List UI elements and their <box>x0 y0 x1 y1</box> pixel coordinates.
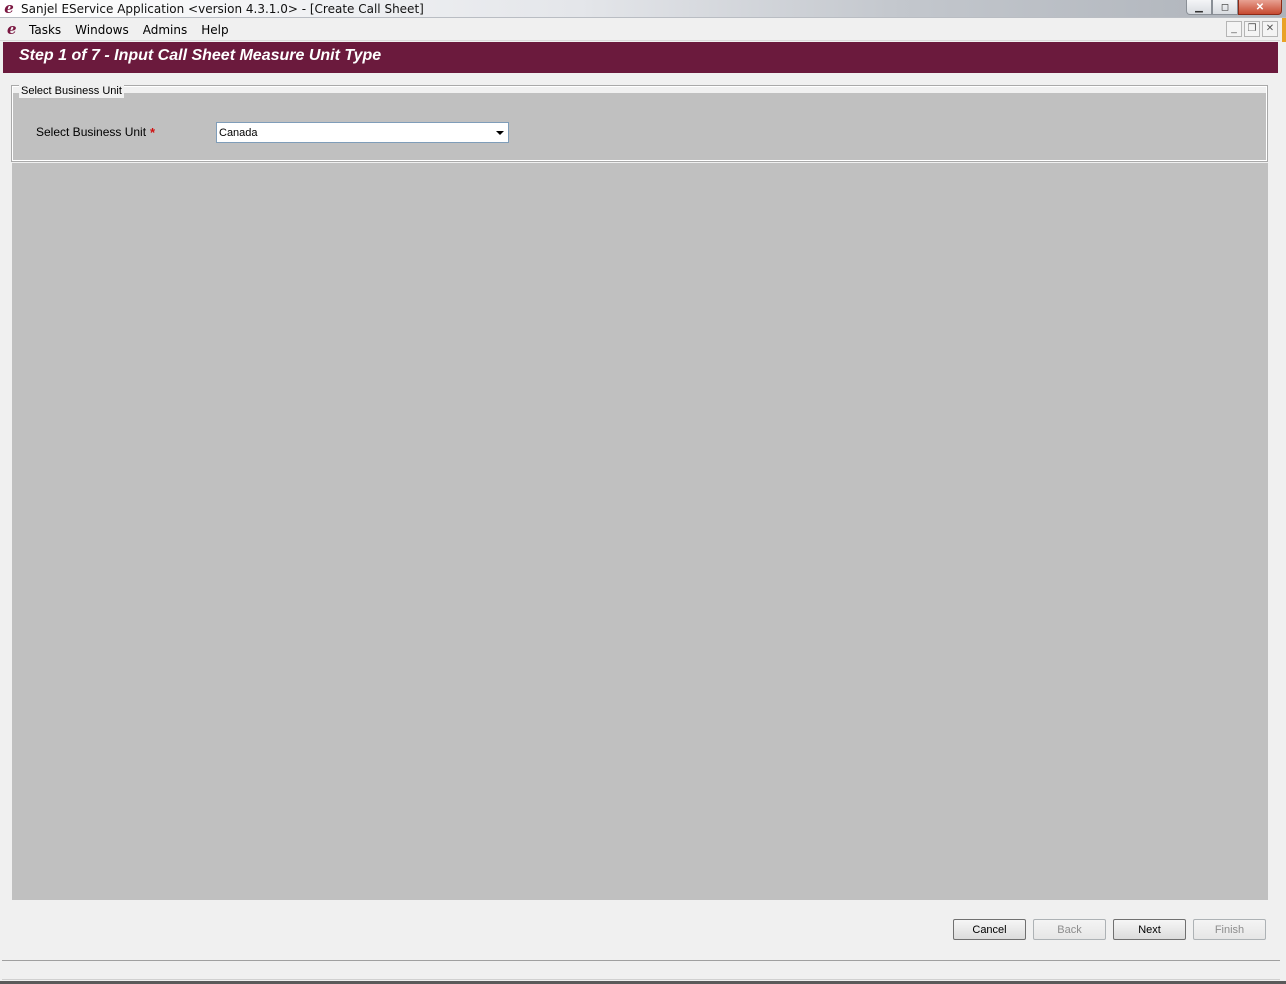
cancel-button[interactable]: Cancel <box>953 919 1026 940</box>
minimize-window-button[interactable]: ▁ <box>1186 0 1212 15</box>
window-edge-accent <box>1282 18 1286 42</box>
window-controls: ▁ ◻ ✕ <box>1186 0 1282 16</box>
child-close-button[interactable]: ✕ <box>1262 21 1278 37</box>
chevron-down-icon[interactable] <box>496 131 504 135</box>
wizard-content-area <box>12 163 1268 900</box>
child-minimize-button[interactable]: _ <box>1226 21 1242 37</box>
business-unit-label: Select Business Unit <box>36 125 147 139</box>
maximize-window-button[interactable]: ◻ <box>1212 0 1238 15</box>
business-unit-selected-value: Canada <box>219 127 258 139</box>
step-header: Step 1 of 7 - Input Call Sheet Measure U… <box>3 42 1278 73</box>
business-unit-groupbox: Select Business Unit Select Business Uni… <box>11 85 1268 162</box>
next-button[interactable]: Next <box>1113 919 1186 940</box>
status-bar <box>2 960 1280 980</box>
window-title: Sanjel EService Application <version 4.3… <box>21 2 424 16</box>
back-button[interactable]: Back <box>1033 919 1106 940</box>
window-title-bar: e Sanjel EService Application <version 4… <box>0 0 1286 18</box>
business-unit-dropdown[interactable]: Canada <box>216 122 509 143</box>
step-title: Step 1 of 7 - Input Call Sheet Measure U… <box>19 47 382 64</box>
groupbox-top-band <box>13 87 1266 93</box>
menu-items: Tasks Windows Admins Help <box>22 22 236 38</box>
groupbox-legend: Select Business Unit <box>19 85 124 98</box>
finish-button[interactable]: Finish <box>1193 919 1266 940</box>
required-indicator: * <box>150 125 156 140</box>
child-window-logo-icon[interactable]: e <box>7 20 23 38</box>
menu-admins[interactable]: Admins <box>136 22 195 38</box>
child-window-controls: _ ❐ ✕ <box>1226 21 1278 37</box>
app-logo-icon: e <box>4 0 14 17</box>
child-restore-button[interactable]: ❐ <box>1244 21 1260 37</box>
menu-help[interactable]: Help <box>194 22 235 38</box>
menu-windows[interactable]: Windows <box>68 22 136 38</box>
menu-tasks[interactable]: Tasks <box>22 22 68 38</box>
menu-bar: e Tasks Windows Admins Help _ ❐ ✕ <box>0 19 1280 41</box>
close-window-button[interactable]: ✕ <box>1238 0 1282 15</box>
